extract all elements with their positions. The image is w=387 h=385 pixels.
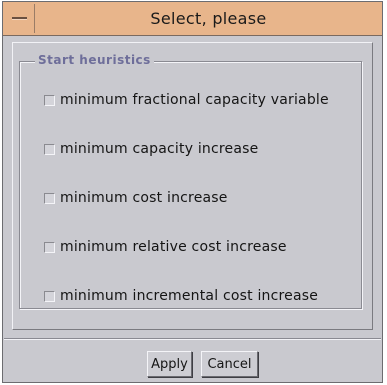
option-minimum-capacity-increase[interactable]: minimum capacity increase bbox=[44, 138, 258, 160]
window-title: Select, please bbox=[150, 9, 267, 28]
apply-button[interactable]: Apply bbox=[147, 351, 192, 377]
checkbox[interactable] bbox=[44, 241, 55, 253]
option-label: minimum incremental cost increase bbox=[60, 288, 319, 304]
cancel-button[interactable]: Cancel bbox=[201, 351, 258, 377]
title-bar[interactable]: Select, please bbox=[3, 2, 382, 36]
heuristics-group-legend: Start heuristics bbox=[35, 53, 154, 67]
option-minimum-relative-cost-increase[interactable]: minimum relative cost increase bbox=[44, 236, 287, 258]
option-minimum-cost-increase[interactable]: minimum cost increase bbox=[44, 187, 228, 209]
option-label: minimum capacity increase bbox=[60, 141, 259, 157]
option-minimum-fractional-capacity-variable[interactable]: minimum fractional capacity variable bbox=[44, 89, 329, 111]
option-label: minimum cost increase bbox=[60, 190, 228, 206]
option-label: minimum fractional capacity variable bbox=[60, 92, 329, 108]
option-minimum-incremental-cost-increase[interactable]: minimum incremental cost increase bbox=[44, 285, 318, 307]
checkbox[interactable] bbox=[44, 143, 55, 155]
button-separator bbox=[4, 338, 381, 340]
window-menu-icon bbox=[12, 17, 27, 20]
dialog-body: Start heuristics minimum fractional capa… bbox=[4, 37, 381, 382]
checkbox[interactable] bbox=[44, 94, 55, 106]
dialog-window: Select, please Start heuristics minimum … bbox=[2, 1, 383, 383]
checkbox[interactable] bbox=[44, 290, 55, 302]
window-menu-button[interactable] bbox=[4, 4, 35, 33]
option-label: minimum relative cost increase bbox=[60, 239, 287, 255]
checkbox[interactable] bbox=[44, 192, 55, 204]
